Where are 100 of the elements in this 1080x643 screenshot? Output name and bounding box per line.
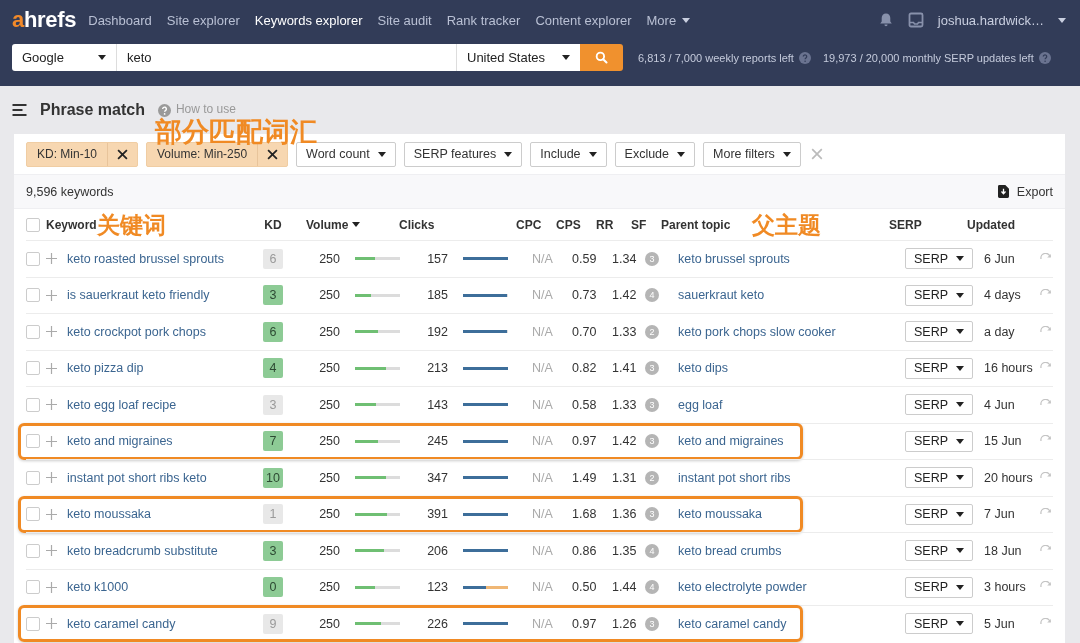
column-header[interactable]: CPS: [543, 217, 581, 232]
add-icon[interactable]: [46, 362, 57, 374]
menu-icon[interactable]: [12, 104, 27, 116]
serp-dropdown[interactable]: SERP: [904, 357, 973, 379]
row-checkbox[interactable]: [26, 434, 40, 449]
table-cell-text: 18 Jun: [983, 543, 1023, 558]
country-select[interactable]: United States: [456, 44, 580, 71]
parent-topic-link[interactable]: keto caramel candy: [670, 616, 900, 631]
table-cell-text: 20 hours: [983, 470, 1034, 485]
serp-dropdown[interactable]: SERP: [904, 576, 973, 598]
nav-link[interactable]: Rank tracker: [446, 12, 521, 28]
engine-select[interactable]: Google: [12, 44, 117, 71]
parent-topic-link[interactable]: sauerkraut keto: [670, 288, 900, 303]
serp-dropdown[interactable]: SERP: [904, 321, 973, 343]
add-icon[interactable]: [46, 472, 57, 484]
column-header[interactable]: Clicks: [391, 217, 435, 232]
row-checkbox[interactable]: [26, 397, 40, 412]
serp-dropdown[interactable]: SERP: [904, 248, 973, 270]
filter-dropdown[interactable]: Exclude: [614, 141, 696, 167]
add-icon[interactable]: [46, 399, 57, 411]
search-button[interactable]: [580, 44, 623, 71]
row-checkbox[interactable]: [26, 251, 40, 266]
parent-topic-link[interactable]: keto pork chops slow cooker: [670, 324, 900, 339]
keyword-link[interactable]: keto crockpot pork chops: [67, 324, 255, 339]
add-icon[interactable]: [46, 618, 57, 630]
export-button[interactable]: Export: [997, 184, 1053, 199]
select-all-checkbox[interactable]: [26, 217, 40, 232]
column-header[interactable]: KD: [264, 217, 282, 232]
add-icon[interactable]: [46, 545, 57, 557]
row-checkbox[interactable]: [26, 324, 40, 339]
annotation-text: 关键词: [97, 211, 166, 240]
serp-dropdown[interactable]: SERP: [904, 613, 973, 635]
caret-icon: [377, 151, 386, 157]
parent-topic-link[interactable]: keto electrolyte powder: [670, 580, 900, 595]
table-cell-text: 185: [426, 288, 449, 303]
column-header[interactable]: Keyword: [46, 217, 97, 232]
row-checkbox[interactable]: [26, 288, 40, 303]
keyword-link[interactable]: keto moussaka: [67, 507, 255, 522]
row-checkbox[interactable]: [26, 470, 40, 485]
keyword-link[interactable]: instant pot short ribs keto: [67, 470, 255, 485]
add-icon[interactable]: [46, 326, 57, 338]
parent-topic-link[interactable]: keto and migraines: [670, 434, 900, 449]
difficulty-badge: 3: [263, 394, 283, 415]
keyword-link[interactable]: keto egg loaf recipe: [67, 397, 255, 412]
keyword-link[interactable]: keto k1000: [67, 580, 255, 595]
bell-icon[interactable]: [877, 12, 894, 28]
column-header[interactable]: RR: [583, 217, 614, 232]
inbox-icon[interactable]: [907, 12, 924, 28]
keyword-link[interactable]: keto breadcrumb substitute: [67, 543, 255, 558]
row-checkbox[interactable]: [26, 507, 40, 522]
nav-link[interactable]: Dashboard: [88, 12, 152, 28]
column-header[interactable]: CPC: [503, 217, 542, 232]
parent-topic-link[interactable]: instant pot short ribs: [670, 470, 900, 485]
download-file-icon: [997, 185, 1009, 198]
parent-topic-link[interactable]: keto bread crumbs: [670, 543, 900, 558]
help-icon[interactable]: [798, 52, 811, 64]
serp-dropdown[interactable]: SERP: [904, 394, 973, 416]
row-checkbox[interactable]: [26, 543, 40, 558]
more-menu[interactable]: More: [646, 12, 691, 28]
add-icon[interactable]: [46, 581, 57, 593]
add-icon[interactable]: [46, 253, 57, 265]
serp-dropdown[interactable]: SERP: [904, 284, 973, 306]
keyword-link[interactable]: keto caramel candy: [67, 616, 255, 631]
nav-link[interactable]: Site explorer: [166, 12, 240, 28]
serp-dropdown[interactable]: SERP: [904, 540, 973, 562]
column-header[interactable]: SF: [623, 217, 647, 232]
parent-topic-link[interactable]: egg loaf: [670, 397, 900, 412]
parent-topic-link[interactable]: keto dips: [670, 361, 900, 376]
filter-chip[interactable]: KD: Min-10: [26, 141, 139, 167]
keyword-link[interactable]: keto and migraines: [67, 434, 255, 449]
add-icon[interactable]: [46, 435, 57, 447]
row-checkbox[interactable]: [26, 361, 40, 376]
column-header[interactable]: Updated: [961, 217, 1015, 232]
help-icon[interactable]: [157, 103, 171, 117]
column-header[interactable]: Parent topic: [653, 217, 731, 232]
parent-topic-link[interactable]: keto brussel sprouts: [670, 251, 900, 266]
column-header[interactable]: Volume: [291, 217, 361, 232]
help-icon[interactable]: [1038, 52, 1051, 64]
filter-dropdown[interactable]: SERP features: [403, 141, 523, 167]
clear-icon[interactable]: [810, 148, 823, 160]
row-checkbox[interactable]: [26, 580, 40, 595]
user-menu[interactable]: joshua.hardwick…: [937, 12, 1066, 28]
nav-link[interactable]: Content explorer: [535, 12, 632, 28]
serp-dropdown[interactable]: SERP: [904, 503, 973, 525]
column-header[interactable]: SERP: [883, 217, 922, 232]
filter-dropdown[interactable]: More filters: [703, 141, 801, 167]
serp-dropdown[interactable]: SERP: [904, 430, 973, 452]
filter-dropdown[interactable]: Include: [530, 141, 607, 167]
nav-link[interactable]: Site audit: [377, 12, 432, 28]
row-checkbox[interactable]: [26, 616, 40, 631]
add-icon[interactable]: [46, 289, 57, 301]
ahrefs-logo[interactable]: ahrefs: [12, 7, 77, 33]
parent-topic-link[interactable]: keto moussaka: [670, 507, 900, 522]
keyword-input[interactable]: keto: [117, 44, 456, 71]
keyword-link[interactable]: is sauerkraut keto friendly: [67, 288, 255, 303]
serp-dropdown[interactable]: SERP: [904, 467, 973, 489]
add-icon[interactable]: [46, 508, 57, 520]
keyword-link[interactable]: keto roasted brussel sprouts: [67, 251, 255, 266]
nav-link[interactable]: Keywords explorer: [254, 12, 363, 28]
keyword-link[interactable]: keto pizza dip: [67, 361, 255, 376]
